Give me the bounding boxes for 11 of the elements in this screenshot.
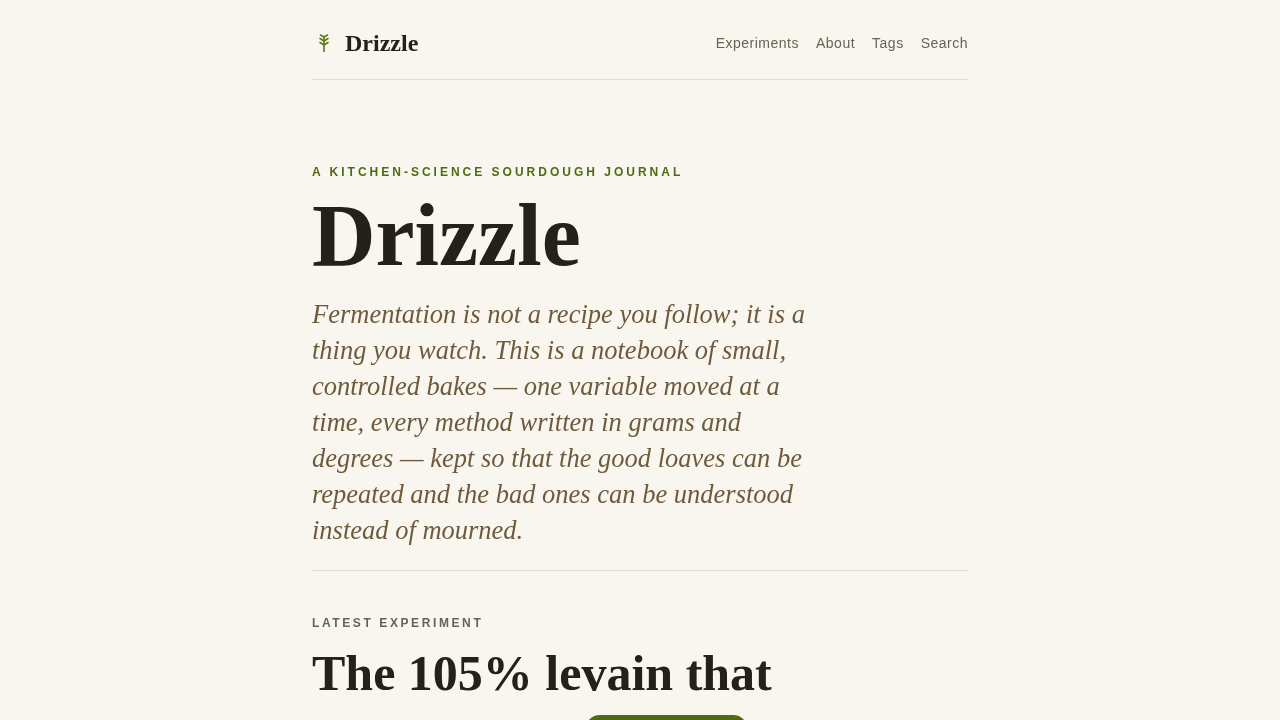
post-title[interactable]: The 105% levain that: [312, 645, 968, 701]
nav-link[interactable]: About: [815, 35, 856, 51]
intro-paragraph: Fermentation is not a recipe you follow; it is a thing you watch. This is a notebook of small, controlled bakes — one variable moved at a time, every method written in grams and degrees — kept so that the good loaves can be repeated and the bad ones can be understood instead of mourned.: [312, 298, 806, 547]
nav-link[interactable]: Experiments: [715, 35, 799, 51]
tagline: A KITCHEN-SCIENCE SOURDOUGH JOURNAL: [312, 164, 685, 180]
wheat-icon: [318, 34, 330, 52]
page-title: Drizzle: [312, 186, 582, 286]
nav-link[interactable]: Tags: [872, 35, 904, 51]
nav-link[interactable]: Search: [920, 35, 968, 51]
section-label: LATEST EXPERIMENT: [312, 615, 485, 631]
site-logo[interactable]: Drizzle: [345, 29, 419, 57]
